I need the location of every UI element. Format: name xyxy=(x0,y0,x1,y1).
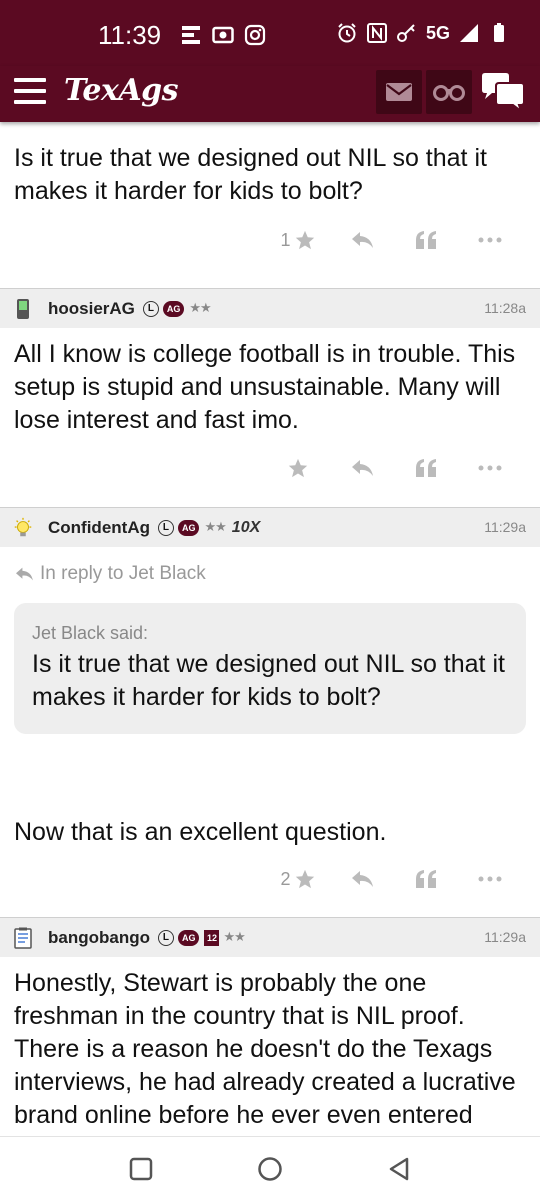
mail-button[interactable] xyxy=(376,70,422,114)
more-button[interactable] xyxy=(458,237,522,243)
post: ConfidentAg L AG ★★ 10X 11:29a In reply … xyxy=(0,507,540,909)
post: Is it true that we designed out NIL so t… xyxy=(0,122,540,272)
reply-button[interactable] xyxy=(330,869,394,889)
network-label: 5G xyxy=(425,22,450,43)
post-body: Honestly, Stewart is probably the one fr… xyxy=(14,969,516,1136)
rank-stars: ★★ xyxy=(223,930,245,945)
quote-block: Jet Black said: Is it true that we desig… xyxy=(14,603,526,734)
reply-icon xyxy=(352,232,373,248)
battery-icon xyxy=(494,23,504,42)
post-time[interactable]: 11:29a xyxy=(484,519,526,535)
status-right-icons: 5G xyxy=(336,22,510,44)
thread-content[interactable]: Is it true that we designed out NIL so t… xyxy=(0,122,540,1136)
quote-icon xyxy=(416,231,436,249)
quote-author[interactable]: Jet Black said: xyxy=(32,623,508,644)
post-actions xyxy=(0,437,540,499)
tenx-badge: 10X xyxy=(231,518,261,536)
chat-icon xyxy=(482,73,525,114)
reply-button[interactable] xyxy=(330,458,394,478)
username[interactable]: ConfidentAg xyxy=(48,518,150,538)
system-nav-bar xyxy=(0,1136,540,1200)
star-icon xyxy=(288,458,308,478)
badge-l: L xyxy=(142,300,159,317)
status-time: 11:39 xyxy=(98,20,162,50)
post-body: All I know is college football is in tro… xyxy=(14,340,516,434)
reply-icon xyxy=(352,871,373,887)
post-header: hoosierAG L AG ★★ 11:28a xyxy=(0,288,540,328)
star-count: 2 xyxy=(280,868,291,889)
post-actions: 2 xyxy=(0,849,540,909)
reply-icon xyxy=(16,567,33,581)
star-count: 1 xyxy=(280,229,291,250)
quote-icon xyxy=(416,870,436,888)
rank-stars: ★★ xyxy=(189,301,211,316)
nfc-icon xyxy=(366,23,387,43)
back-button[interactable] xyxy=(387,1156,411,1182)
badge-ag: AG xyxy=(162,300,185,317)
star-icon xyxy=(295,230,314,250)
post-body: Is it true that we designed out NIL so t… xyxy=(14,144,487,205)
star-button[interactable] xyxy=(266,457,330,479)
more-icon xyxy=(478,876,502,882)
post-header: ConfidentAg L AG ★★ 10X 11:29a xyxy=(0,507,540,547)
chat-button[interactable] xyxy=(480,72,528,114)
rank-stars: ★★ xyxy=(204,520,226,535)
post-body: Now that is an excellent question. xyxy=(14,818,387,846)
quote-text: Is it true that we designed out NIL so t… xyxy=(32,650,505,711)
badge-ag: AG xyxy=(177,519,200,536)
app-bar: TexAgs xyxy=(0,66,540,122)
post: bangobango L AG 12 ★★ 11:29a Honestly, S… xyxy=(0,917,540,1136)
star-button[interactable]: 2 xyxy=(266,868,330,890)
signal-icon xyxy=(460,24,478,42)
username[interactable]: bangobango xyxy=(48,928,150,948)
user-avatar-icon[interactable] xyxy=(12,926,34,950)
username[interactable]: hoosierAG xyxy=(48,299,135,319)
quote-button[interactable] xyxy=(394,869,458,889)
reply-button[interactable] xyxy=(330,230,394,250)
recents-button[interactable] xyxy=(129,1157,153,1181)
post-actions: 1 xyxy=(0,208,540,272)
radio-icon xyxy=(212,26,234,44)
more-icon xyxy=(478,465,502,471)
user-avatar-icon[interactable] xyxy=(12,516,34,540)
key-icon xyxy=(396,24,415,42)
quote-icon xyxy=(416,459,436,477)
reply-icon xyxy=(352,460,373,476)
more-button[interactable] xyxy=(458,876,522,882)
home-button[interactable] xyxy=(257,1156,283,1182)
alarm-icon xyxy=(338,23,356,43)
badge-ag: AG xyxy=(177,929,200,946)
more-icon xyxy=(478,237,502,243)
more-button[interactable] xyxy=(458,465,522,471)
notes-icon xyxy=(182,26,200,44)
status-bar: 11:39 5G xyxy=(0,0,540,66)
post-header: bangobango L AG 12 ★★ 11:29a xyxy=(0,917,540,957)
quote-button[interactable] xyxy=(394,458,458,478)
binoculars-icon xyxy=(433,85,465,101)
notepad-icon xyxy=(14,927,32,949)
texags-logo[interactable]: TexAgs xyxy=(64,73,179,108)
status-left-icons xyxy=(180,24,266,46)
phone-avatar-icon xyxy=(17,298,29,319)
badge-l: L xyxy=(157,519,174,536)
post-time[interactable]: 11:29a xyxy=(484,929,526,945)
instagram-icon xyxy=(244,24,266,46)
post: hoosierAG L AG ★★ 11:28a All I know is c… xyxy=(0,288,540,499)
badge-12: 12 xyxy=(204,929,220,946)
badge-l: L xyxy=(157,929,174,946)
star-icon xyxy=(295,869,314,889)
reply-to-link[interactable]: In reply to Jet Black xyxy=(0,547,540,585)
star-button[interactable]: 1 xyxy=(266,229,330,251)
lightbulb-icon xyxy=(14,517,32,536)
reply-to-text: In reply to Jet Black xyxy=(40,563,206,584)
user-avatar-icon[interactable] xyxy=(12,297,34,321)
binoculars-button[interactable] xyxy=(426,70,472,114)
post-time[interactable]: 11:28a xyxy=(484,300,526,316)
quote-button[interactable] xyxy=(394,230,458,250)
menu-icon[interactable] xyxy=(14,78,46,104)
mail-icon xyxy=(386,83,412,101)
